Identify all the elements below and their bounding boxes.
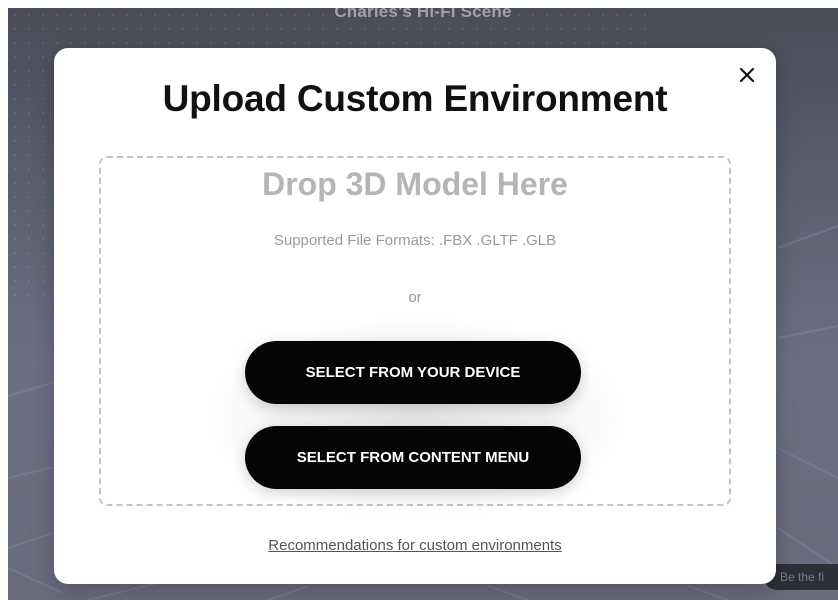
drop-zone-title: Drop 3D Model Here [262, 166, 568, 202]
or-separator: or [408, 289, 422, 306]
upload-environment-modal: Upload Custom Environment Drop 3D Model … [54, 48, 776, 584]
recommendations-link[interactable]: Recommendations for custom environments [54, 537, 776, 554]
select-from-content-menu-button[interactable]: SELECT FROM CONTENT MENU [245, 426, 581, 489]
modal-title: Upload Custom Environment [162, 78, 668, 119]
supported-formats-text: Supported File Formats: .FBX .GLTF .GLB [273, 232, 557, 249]
drop-zone[interactable]: Drop 3D Model Here Supported File Format… [99, 156, 731, 518]
scene-title: Charles's Hi-Fi Scene [334, 8, 512, 21]
select-from-device-button[interactable]: SELECT FROM YOUR DEVICE [245, 341, 581, 404]
